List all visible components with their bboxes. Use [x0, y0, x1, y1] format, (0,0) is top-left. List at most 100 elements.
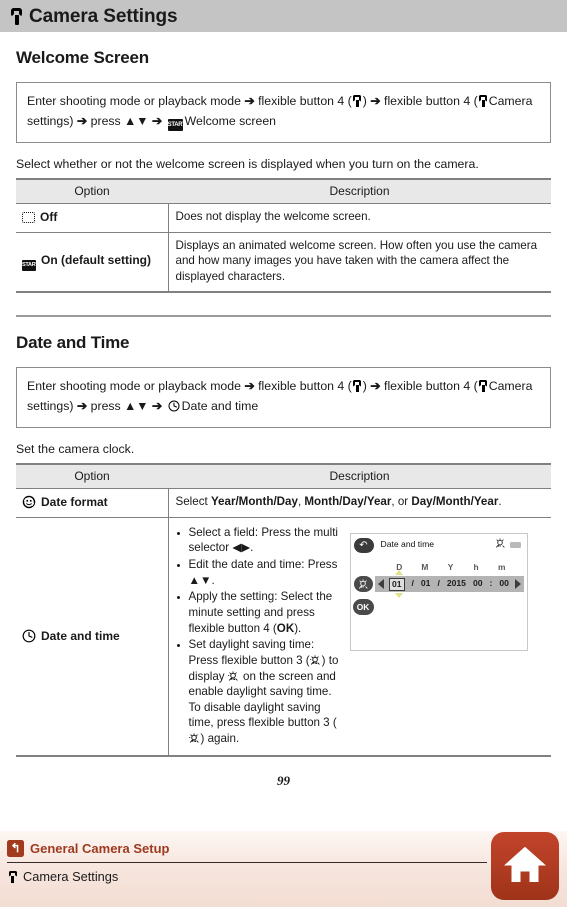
description-cell: Select a field: Press the multi selector…	[168, 517, 551, 757]
navigation-path-box-welcome-screen: Enter shooting mode or playback mode ➔ f…	[16, 82, 551, 143]
minute-value[interactable]: 00	[499, 578, 509, 590]
page-number: 99	[277, 772, 290, 788]
option-cell: Date format	[16, 488, 169, 518]
breadcrumb-camera-settings[interactable]: Camera Settings	[7, 869, 567, 884]
breadcrumb-divider	[7, 862, 487, 863]
arrow-right-icon: ➔	[151, 398, 163, 413]
bullet-text: ).	[294, 621, 302, 635]
table-header-row: Option Description	[16, 463, 551, 490]
battery-icon	[509, 542, 521, 549]
day-value-selected[interactable]: 01	[388, 570, 405, 599]
wrench-icon	[10, 7, 23, 25]
home-button[interactable]	[491, 832, 559, 900]
wrench-icon	[479, 95, 488, 107]
left-right-arrows-icon: ◀▶	[232, 541, 251, 555]
camera-screen-titlebar: ↶ Date and time	[351, 534, 527, 553]
ok-button[interactable]: OK	[352, 599, 374, 616]
wrench-icon	[8, 870, 17, 883]
description-segment-bold: Month/Day/Year	[304, 495, 392, 509]
field-label-year: Y	[447, 561, 454, 572]
description-cell: Does not display the welcome screen.	[168, 203, 551, 233]
bullet-text: Set daylight saving time: Press flexible…	[188, 638, 315, 667]
date-time-value-bar[interactable]: 01 / 01 / 2015 00 : 00	[374, 570, 524, 599]
arrow-right-icon: ➔	[244, 379, 255, 394]
date-field-labels: D M Y h m	[387, 562, 515, 573]
description-cell: Select Year/Month/Day, Month/Day/Year, o…	[168, 488, 551, 518]
arrow-right-icon: ➔	[244, 94, 255, 108]
separator: /	[437, 578, 440, 589]
table-header-row: Option Description	[16, 178, 551, 205]
path-text-segment: )	[362, 379, 367, 394]
wrench-icon	[479, 380, 488, 393]
up-down-arrows-icon: ▲▼	[188, 573, 212, 587]
clock-icon	[22, 629, 36, 643]
caret-down-icon[interactable]	[394, 593, 403, 599]
path-text-segment: press	[90, 113, 121, 128]
hour-value[interactable]: 00	[473, 578, 483, 590]
caret-up-icon[interactable]	[394, 570, 403, 576]
section-intro-welcome-screen: Select whether or not the welcome screen…	[16, 156, 479, 171]
path-text-segment: button 4 (	[425, 379, 478, 394]
option-label: Off	[40, 210, 58, 225]
instruction-bullet-list: Select a field: Press the multi selector…	[176, 525, 344, 747]
description-segment: , or	[391, 495, 412, 509]
column-header-description: Description	[168, 463, 551, 490]
table-row: Date format Select Year/Month/Day, Month…	[16, 488, 551, 518]
bullet-text: .	[250, 541, 254, 555]
section-heading-date-and-time: Date and Time	[16, 333, 130, 353]
date-time-field-row: 01 / 01 / 2015 00 : 00	[351, 570, 527, 599]
arrow-right-icon: ➔	[151, 113, 163, 128]
up-down-arrows-icon: ▲▼	[124, 113, 149, 128]
breadcrumb-secondary-label: Camera Settings	[23, 869, 119, 884]
arrow-right-icon: ➔	[76, 398, 88, 413]
description-segment: .	[498, 495, 502, 509]
bullet-text: Select a field: Press the multi selector	[188, 525, 339, 555]
path-text-segment: Date and time	[181, 398, 259, 413]
year-value[interactable]: 2015	[447, 578, 466, 590]
option-cell: Date and time	[16, 517, 169, 757]
section-divider	[16, 315, 551, 318]
description-segment-bold: Day/Month/Year	[411, 495, 499, 509]
daylight-saving-button[interactable]	[353, 576, 373, 593]
arrow-right-icon: ➔	[370, 94, 381, 108]
column-header-option: Option	[16, 463, 168, 490]
wrench-icon	[353, 380, 362, 393]
navigation-path-box-date-and-time: Enter shooting mode or playback mode ➔ f…	[16, 367, 551, 428]
page-title: Camera Settings	[29, 5, 178, 27]
field-label-minute: m	[497, 561, 506, 572]
separator: /	[411, 578, 414, 589]
arrow-right-icon: ➔	[76, 113, 88, 128]
back-button-icon[interactable]: ↶	[353, 537, 374, 553]
description-segment-bold: Year/Month/Day	[210, 495, 298, 509]
camera-status-icons	[495, 538, 521, 553]
month-value[interactable]: 01	[421, 578, 431, 590]
back-arrow-icon[interactable]: ↰	[7, 840, 24, 857]
clock-icon	[168, 399, 180, 412]
breadcrumb-general-camera-setup[interactable]: ↰ General Camera Setup	[7, 840, 567, 857]
page-footer: ↰ General Camera Setup Camera Settings	[0, 831, 567, 907]
description-segment: Select	[175, 495, 211, 509]
right-arrow-icon[interactable]	[514, 579, 521, 590]
page-header-band: Camera Settings	[0, 0, 567, 32]
bullet-text: Apply the setting: Select the minute set…	[188, 590, 333, 635]
field-label-month: M	[421, 561, 429, 572]
description-cell: Displays an animated welcome screen. How…	[168, 232, 551, 294]
date-and-time-options-table: Option Description Date format Select Ye…	[16, 463, 551, 757]
section-heading-welcome-screen: Welcome Screen	[16, 48, 149, 67]
ok-button-glyph: OK	[276, 621, 295, 635]
table-row: Date and time Select a field: Press the …	[16, 517, 551, 757]
off-frame-icon	[22, 212, 35, 224]
date-time-values: 01 / 01 / 2015 00 : 00	[384, 570, 515, 599]
home-icon	[501, 840, 549, 893]
bullet-text: ) again.	[200, 732, 240, 746]
breadcrumb-primary-label: General Camera Setup	[30, 841, 170, 856]
bullet-text: Edit the date and time: Press	[188, 558, 338, 572]
field-label-hour: h	[473, 561, 479, 572]
option-cell: Off	[16, 203, 169, 233]
option-label: Date format	[41, 495, 108, 510]
list-item: Set daylight saving time: Press flexible…	[188, 637, 344, 746]
path-text-segment: press	[90, 398, 121, 413]
option-cell: START On (default setting)	[16, 232, 169, 294]
option-label: On (default setting)	[41, 252, 151, 267]
list-item: Select a field: Press the multi selector…	[189, 525, 344, 556]
